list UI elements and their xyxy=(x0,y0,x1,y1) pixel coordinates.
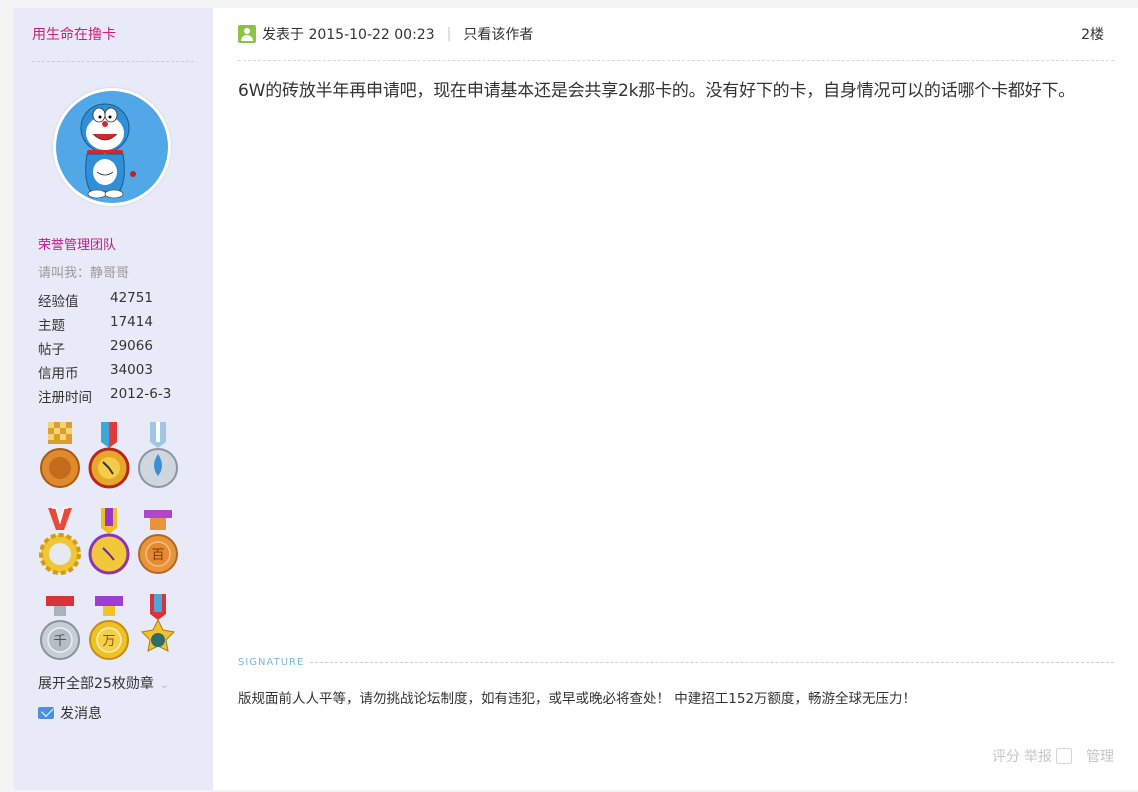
doraemon-avatar-icon xyxy=(56,91,168,203)
post-main: 发表于 2015-10-22 00:23 | 只看该作者 2楼 6W的砖放半年再… xyxy=(238,8,1114,790)
post-header: 发表于 2015-10-22 00:23 | 只看该作者 2楼 xyxy=(238,24,1114,44)
svg-text:千: 千 xyxy=(53,634,66,649)
post-date: 发表于 2015-10-22 00:23 xyxy=(262,27,435,43)
stat-value: 34003 xyxy=(110,362,153,378)
signature-line xyxy=(310,661,1114,663)
floor-number[interactable]: 2楼 xyxy=(1081,24,1104,44)
author-sidebar: 用生命在撸卡 荣誉管理团队 请叫我：静哥哥 经验值 42751 主题 17414… xyxy=(14,8,213,790)
medal-icon[interactable] xyxy=(136,420,180,490)
send-message-label: 发消息 xyxy=(60,706,102,722)
signature-divider: SIGNATURE xyxy=(238,656,1114,668)
post-content: 6W的砖放半年再申请吧，现在申请基本还是会共享2k那卡的。没有好下的卡，自身情况… xyxy=(238,81,1076,101)
medal-icon[interactable] xyxy=(87,420,131,490)
stat-experience: 经验值 42751 xyxy=(38,290,171,314)
user-nickname: 请叫我：静哥哥 xyxy=(38,266,130,281)
svg-text:百: 百 xyxy=(151,548,164,563)
avatar[interactable] xyxy=(53,88,171,206)
stat-posts: 帖子 29066 xyxy=(38,338,171,362)
only-author-link[interactable]: 只看该作者 xyxy=(463,24,533,44)
medal-grid: 百 千 万 xyxy=(38,420,188,662)
stat-value[interactable]: 42751 xyxy=(110,290,153,314)
user-group[interactable]: 荣誉管理团队 xyxy=(38,234,116,253)
svg-text:万: 万 xyxy=(102,634,115,649)
online-user-icon xyxy=(238,25,256,43)
manage-checkbox[interactable] xyxy=(1056,748,1072,764)
chevron-down-icon: ⌄ xyxy=(159,678,170,691)
stat-value: 2012-6-3 xyxy=(110,386,172,402)
rate-link[interactable]: 评分 xyxy=(992,746,1020,766)
post-actions: 评分 举报 管理 xyxy=(988,746,1114,766)
stat-label: 经验值 xyxy=(38,294,79,310)
mail-icon xyxy=(38,707,54,719)
medal-icon[interactable]: 万 xyxy=(87,592,131,662)
signature-label: SIGNATURE xyxy=(238,656,305,668)
sidebar-divider xyxy=(32,61,194,62)
signature-text: 版规面前人人平等，请勿挑战论坛制度，如有违犯，或早或晚必将查处！ 中建招工152… xyxy=(238,691,917,707)
stat-register-date: 注册时间 2012-6-3 xyxy=(38,386,171,410)
stat-threads: 主题 17414 xyxy=(38,314,171,338)
stat-value[interactable]: 17414 xyxy=(110,314,153,338)
stat-label: 注册时间 xyxy=(38,390,92,406)
stat-label: 帖子 xyxy=(38,342,65,358)
medal-icon[interactable] xyxy=(38,506,82,576)
author-username[interactable]: 用生命在撸卡 xyxy=(32,24,116,44)
post-container: 用生命在撸卡 荣誉管理团队 请叫我：静哥哥 经验值 42751 主题 17414… xyxy=(14,8,1138,790)
medal-icon[interactable] xyxy=(87,506,131,576)
user-stats: 经验值 42751 主题 17414 帖子 29066 信用币 34003 注册… xyxy=(38,290,171,410)
stat-label: 主题 xyxy=(38,318,65,334)
expand-medals-link[interactable]: 展开全部25枚勋章 ⌄ xyxy=(38,673,169,693)
medal-icon[interactable] xyxy=(136,592,180,662)
send-message-link[interactable]: 发消息 xyxy=(38,703,102,723)
expand-medals-label: 展开全部25枚勋章 xyxy=(38,676,154,692)
medal-icon[interactable]: 百 xyxy=(136,506,180,576)
stat-label: 信用币 xyxy=(38,366,79,382)
medal-icon[interactable]: 千 xyxy=(38,592,82,662)
header-separator: | xyxy=(446,26,452,42)
stat-credits: 信用币 34003 xyxy=(38,362,171,386)
manage-link[interactable]: 管理 xyxy=(1086,746,1114,766)
medal-icon[interactable] xyxy=(38,420,82,490)
stat-value[interactable]: 29066 xyxy=(110,338,153,362)
header-divider xyxy=(238,60,1114,61)
report-link[interactable]: 举报 xyxy=(1024,746,1052,766)
